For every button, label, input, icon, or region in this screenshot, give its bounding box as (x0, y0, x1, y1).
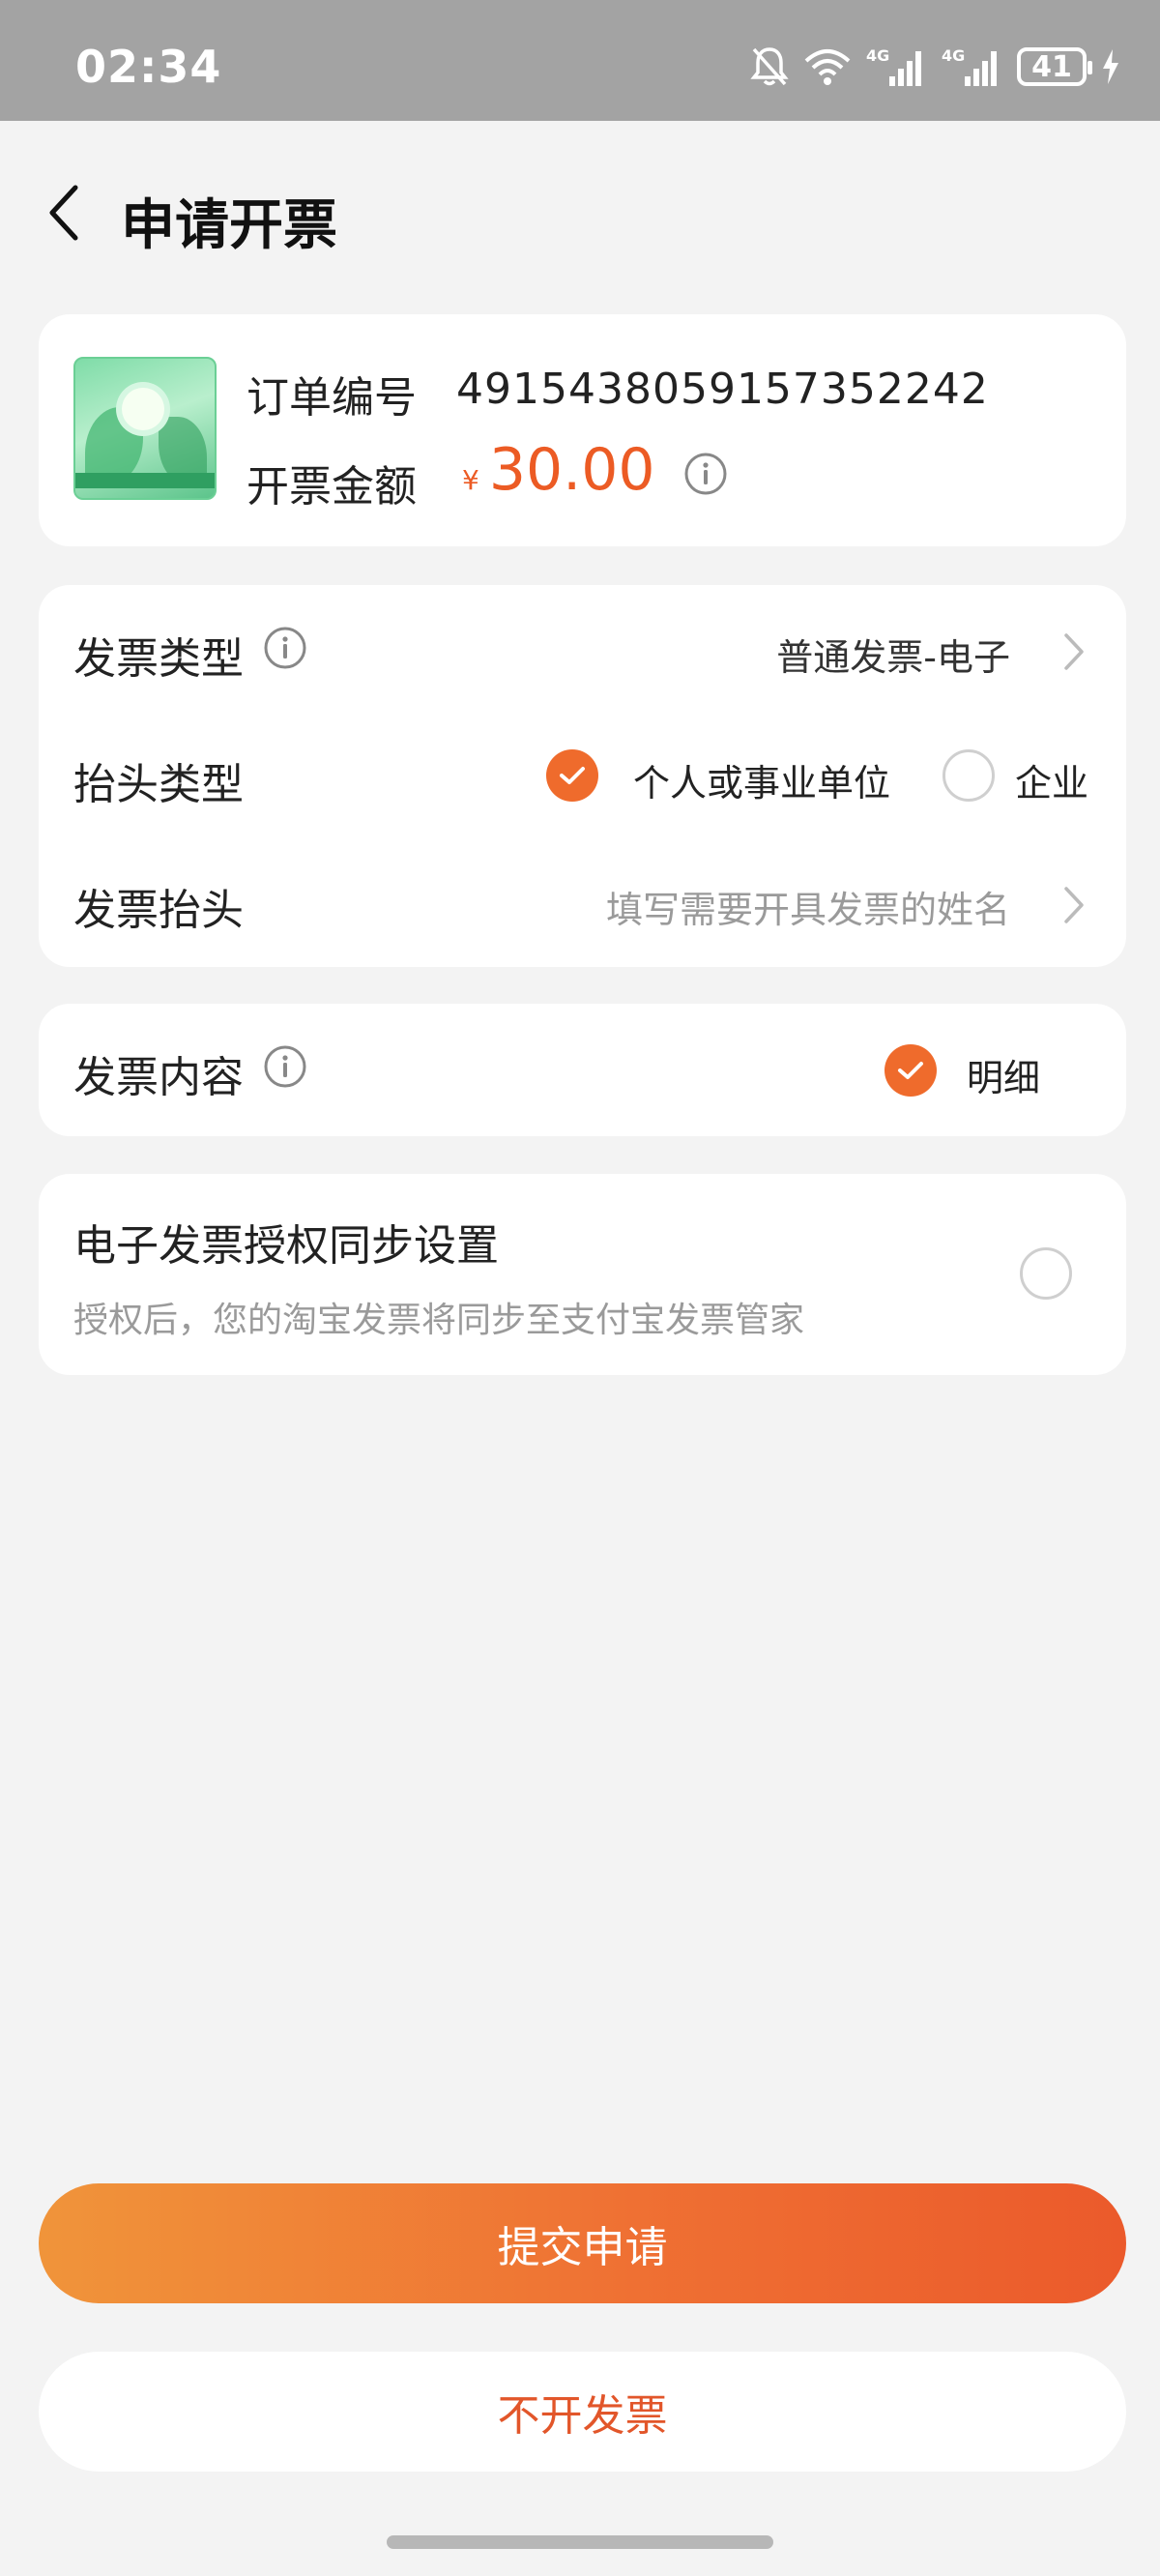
radio-company[interactable] (942, 749, 995, 802)
product-thumbnail[interactable] (73, 357, 217, 500)
currency-symbol: ¥ (462, 464, 479, 496)
invoice-type-label: 发票类型 (73, 634, 244, 684)
info-icon[interactable] (683, 452, 728, 500)
order-no-value: 4915438059157352242 (456, 365, 989, 414)
signal-4g-icon: 4G (866, 45, 928, 88)
svg-text:4G: 4G (866, 46, 889, 65)
sync-description: 授权后，您的淘宝发票将同步至支付宝发票管家 (73, 1301, 805, 1340)
no-invoice-button[interactable]: 不开发票 (39, 2352, 1126, 2472)
amount-label: 开票金额 (246, 462, 417, 512)
wifi-icon (802, 45, 853, 88)
check-icon (560, 767, 585, 784)
info-icon[interactable] (263, 1044, 307, 1093)
charging-icon (1100, 47, 1121, 86)
signal-4g-icon: 4G (942, 45, 1003, 88)
invoice-type-value[interactable]: 普通发票-电子 (776, 628, 1010, 681)
status-icons: 4G 4G 41 (750, 43, 1121, 91)
sync-authorize-radio[interactable] (1020, 1247, 1072, 1300)
radio-personal-checked[interactable] (546, 749, 598, 802)
chevron-right-icon[interactable] (1062, 631, 1086, 676)
back-button[interactable] (35, 178, 93, 248)
submit-button[interactable]: 提交申请 (39, 2183, 1126, 2303)
amount-number: 30.00 (488, 436, 655, 504)
invoice-content-label: 发票内容 (73, 1053, 244, 1102)
amount-value: ¥ 30.00 (462, 436, 655, 504)
invoice-content-card: 发票内容 明细 (39, 1004, 1126, 1136)
check-icon (898, 1062, 923, 1079)
title-type-label: 抬头类型 (73, 760, 244, 809)
battery-icon: 41 (1017, 47, 1092, 86)
option-company-label[interactable]: 企业 (1015, 753, 1088, 806)
home-indicator[interactable] (387, 2535, 773, 2549)
sync-title: 电子发票授权同步设置 (73, 1221, 499, 1271)
chevron-left-icon (49, 185, 78, 241)
page-title: 申请开票 (121, 194, 337, 257)
sync-settings-card: 电子发票授权同步设置 授权后，您的淘宝发票将同步至支付宝发票管家 (39, 1174, 1126, 1375)
status-time: 02:34 (75, 41, 222, 93)
order-card: 订单编号 4915438059157352242 开票金额 ¥ 30.00 (39, 314, 1126, 546)
status-bar: 02:34 4G 4G 41 (0, 0, 1160, 121)
order-no-label: 订单编号 (246, 373, 417, 423)
option-detail-label[interactable]: 明细 (967, 1048, 1040, 1101)
bell-muted-icon (750, 45, 789, 88)
option-personal-label[interactable]: 个人或事业单位 (633, 753, 890, 806)
header: 申请开票 (0, 155, 1160, 271)
radio-detail-checked[interactable] (884, 1044, 937, 1097)
chevron-right-icon[interactable] (1062, 885, 1086, 929)
invoice-title-label: 发票抬头 (73, 886, 244, 935)
svg-text:4G: 4G (942, 46, 965, 65)
invoice-title-input[interactable]: 填写需要开具发票的姓名 (606, 880, 1010, 933)
invoice-card: 发票类型 普通发票-电子 抬头类型 个人或事业单位 企业 发票抬头 填写需要开具… (39, 585, 1126, 967)
info-icon[interactable] (263, 626, 307, 674)
